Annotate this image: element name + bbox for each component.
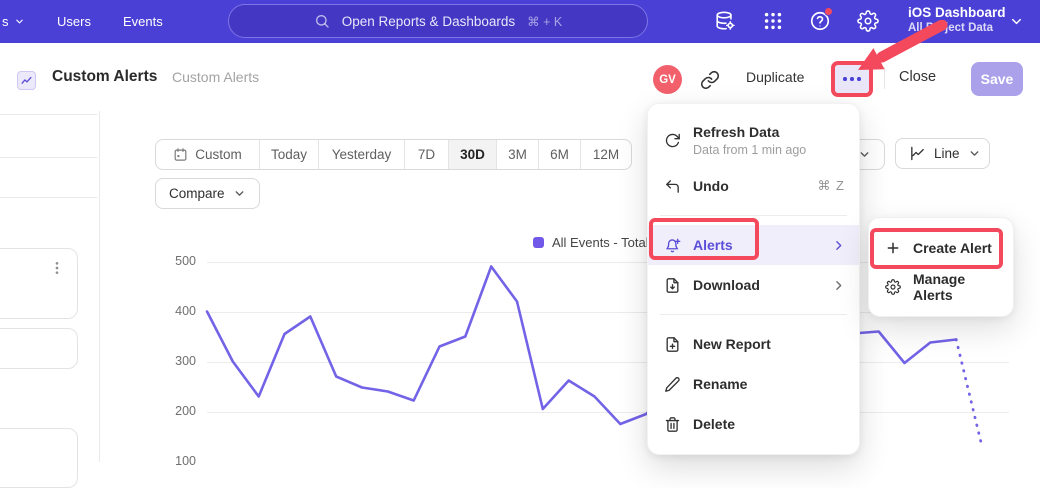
sidebar-card[interactable] <box>0 248 78 319</box>
dot <box>850 77 854 81</box>
nav-item-users[interactable]: Users <box>57 0 91 43</box>
card-kebab-menu-icon[interactable] <box>49 260 65 276</box>
sidebar-card[interactable] <box>0 428 78 488</box>
menu-divider <box>660 314 847 315</box>
legend-swatch <box>533 237 544 248</box>
save-button[interactable]: Save <box>971 62 1023 96</box>
report-type-icon <box>17 71 36 90</box>
page-title: Custom Alerts <box>52 43 157 111</box>
date-range-today[interactable]: Today <box>260 140 319 169</box>
date-range-30d[interactable]: 30D <box>449 140 497 169</box>
date-range-12m[interactable]: 12M <box>581 140 631 169</box>
bell-plus-icon <box>664 237 681 254</box>
breadcrumb: Custom Alerts <box>172 43 259 111</box>
sidebar-card[interactable] <box>0 328 78 369</box>
y-axis-label: 200 <box>156 404 196 418</box>
chevron-down-icon <box>233 187 246 200</box>
submenu-item-manage-alerts[interactable]: Manage Alerts <box>869 267 1013 306</box>
chevron-down-icon <box>14 16 25 27</box>
menu-item-delete[interactable]: Delete <box>648 404 859 444</box>
new-report-icon <box>664 336 681 353</box>
menu-item-refresh-data[interactable]: Refresh Data Data from 1 min ago <box>648 114 859 166</box>
apps-grid-icon[interactable] <box>762 10 784 32</box>
date-range-6m[interactable]: 6M <box>539 140 581 169</box>
nav-truncated-label: s <box>2 14 9 29</box>
gridline <box>207 362 1009 363</box>
y-axis-label: 100 <box>156 454 196 468</box>
dot <box>843 77 847 81</box>
sidebar-row-divider <box>0 114 97 115</box>
y-axis-label: 300 <box>156 354 196 368</box>
data-management-icon[interactable] <box>714 10 736 32</box>
submenu-item-create-alert[interactable]: Create Alert <box>869 228 1013 267</box>
date-range-custom[interactable]: Custom <box>156 140 260 169</box>
date-range-3m[interactable]: 3M <box>497 140 539 169</box>
project-name: iOS Dashboard <box>908 4 1006 21</box>
chevron-down-icon <box>968 147 981 160</box>
close-button[interactable]: Close <box>899 43 936 111</box>
sidebar-vertical-divider <box>99 111 100 462</box>
help-notification-dot <box>824 7 833 16</box>
refresh-icon <box>664 132 681 149</box>
undo-shortcut: ⌘ Z <box>817 178 845 194</box>
avatar[interactable]: GV <box>653 65 682 94</box>
menu-item-alerts[interactable]: Alerts <box>648 225 859 265</box>
search-placeholder: Open Reports & Dashboards <box>342 14 515 29</box>
menu-divider <box>660 215 847 216</box>
dot <box>857 77 861 81</box>
mini-chart-icon <box>20 74 33 87</box>
plus-icon <box>885 240 901 256</box>
more-options-menu: Refresh Data Data from 1 min ago Undo ⌘ … <box>647 103 860 455</box>
copy-link-icon[interactable] <box>700 70 720 90</box>
date-range-7d[interactable]: 7D <box>405 140 449 169</box>
settings-gear-icon[interactable] <box>857 10 879 32</box>
more-options-button[interactable] <box>835 65 869 93</box>
chart-type-button[interactable]: Line <box>895 138 990 169</box>
project-chevron-down-icon[interactable] <box>1009 14 1024 29</box>
pencil-icon <box>664 376 681 393</box>
chart-legend[interactable]: All Events - Total <box>533 235 649 250</box>
chevron-right-icon <box>832 279 845 292</box>
download-icon <box>664 277 681 294</box>
alerts-submenu: Create Alert Manage Alerts <box>868 217 1014 317</box>
nav-item-events[interactable]: Events <box>123 0 163 43</box>
menu-item-download[interactable]: Download <box>648 265 859 305</box>
line-chart-icon <box>909 145 926 162</box>
sidebar-row-divider <box>0 197 97 198</box>
project-scope: All Project Data <box>908 21 1006 36</box>
header-divider <box>884 67 885 89</box>
project-switcher[interactable]: iOS Dashboard All Project Data <box>908 4 1006 36</box>
report-header: Custom Alerts Custom Alerts GV Duplicate… <box>0 43 1040 111</box>
search-icon <box>314 13 330 29</box>
date-range-group: CustomTodayYesterday7D30D3M6M12M <box>155 139 632 170</box>
menu-item-new-report[interactable]: New Report <box>648 324 859 364</box>
chevron-right-icon <box>832 239 845 252</box>
gridline <box>207 412 1009 413</box>
nav-item-truncated[interactable]: s <box>2 0 25 43</box>
annotation-box-more-menu <box>831 61 873 97</box>
y-axis-label: 500 <box>156 254 196 268</box>
duplicate-button[interactable]: Duplicate <box>746 43 804 111</box>
refresh-status-text: Data from 1 min ago <box>693 143 806 157</box>
gear-icon <box>885 279 901 295</box>
search-shortcut: ⌘ + K <box>527 14 562 29</box>
trash-icon <box>664 416 681 433</box>
global-search-input[interactable]: Open Reports & Dashboards ⌘ + K <box>228 4 648 38</box>
date-range-yesterday[interactable]: Yesterday <box>319 140 405 169</box>
legend-label: All Events - Total <box>552 235 649 250</box>
top-navbar: s Users Events Open Reports & Dashboards… <box>0 0 1040 43</box>
undo-icon <box>664 178 681 195</box>
menu-item-undo[interactable]: Undo ⌘ Z <box>648 166 859 206</box>
calendar-icon <box>173 147 188 162</box>
y-axis-label: 400 <box>156 304 196 318</box>
compare-button[interactable]: Compare <box>155 178 260 209</box>
menu-item-rename[interactable]: Rename <box>648 364 859 404</box>
sidebar-row-divider <box>0 157 97 158</box>
